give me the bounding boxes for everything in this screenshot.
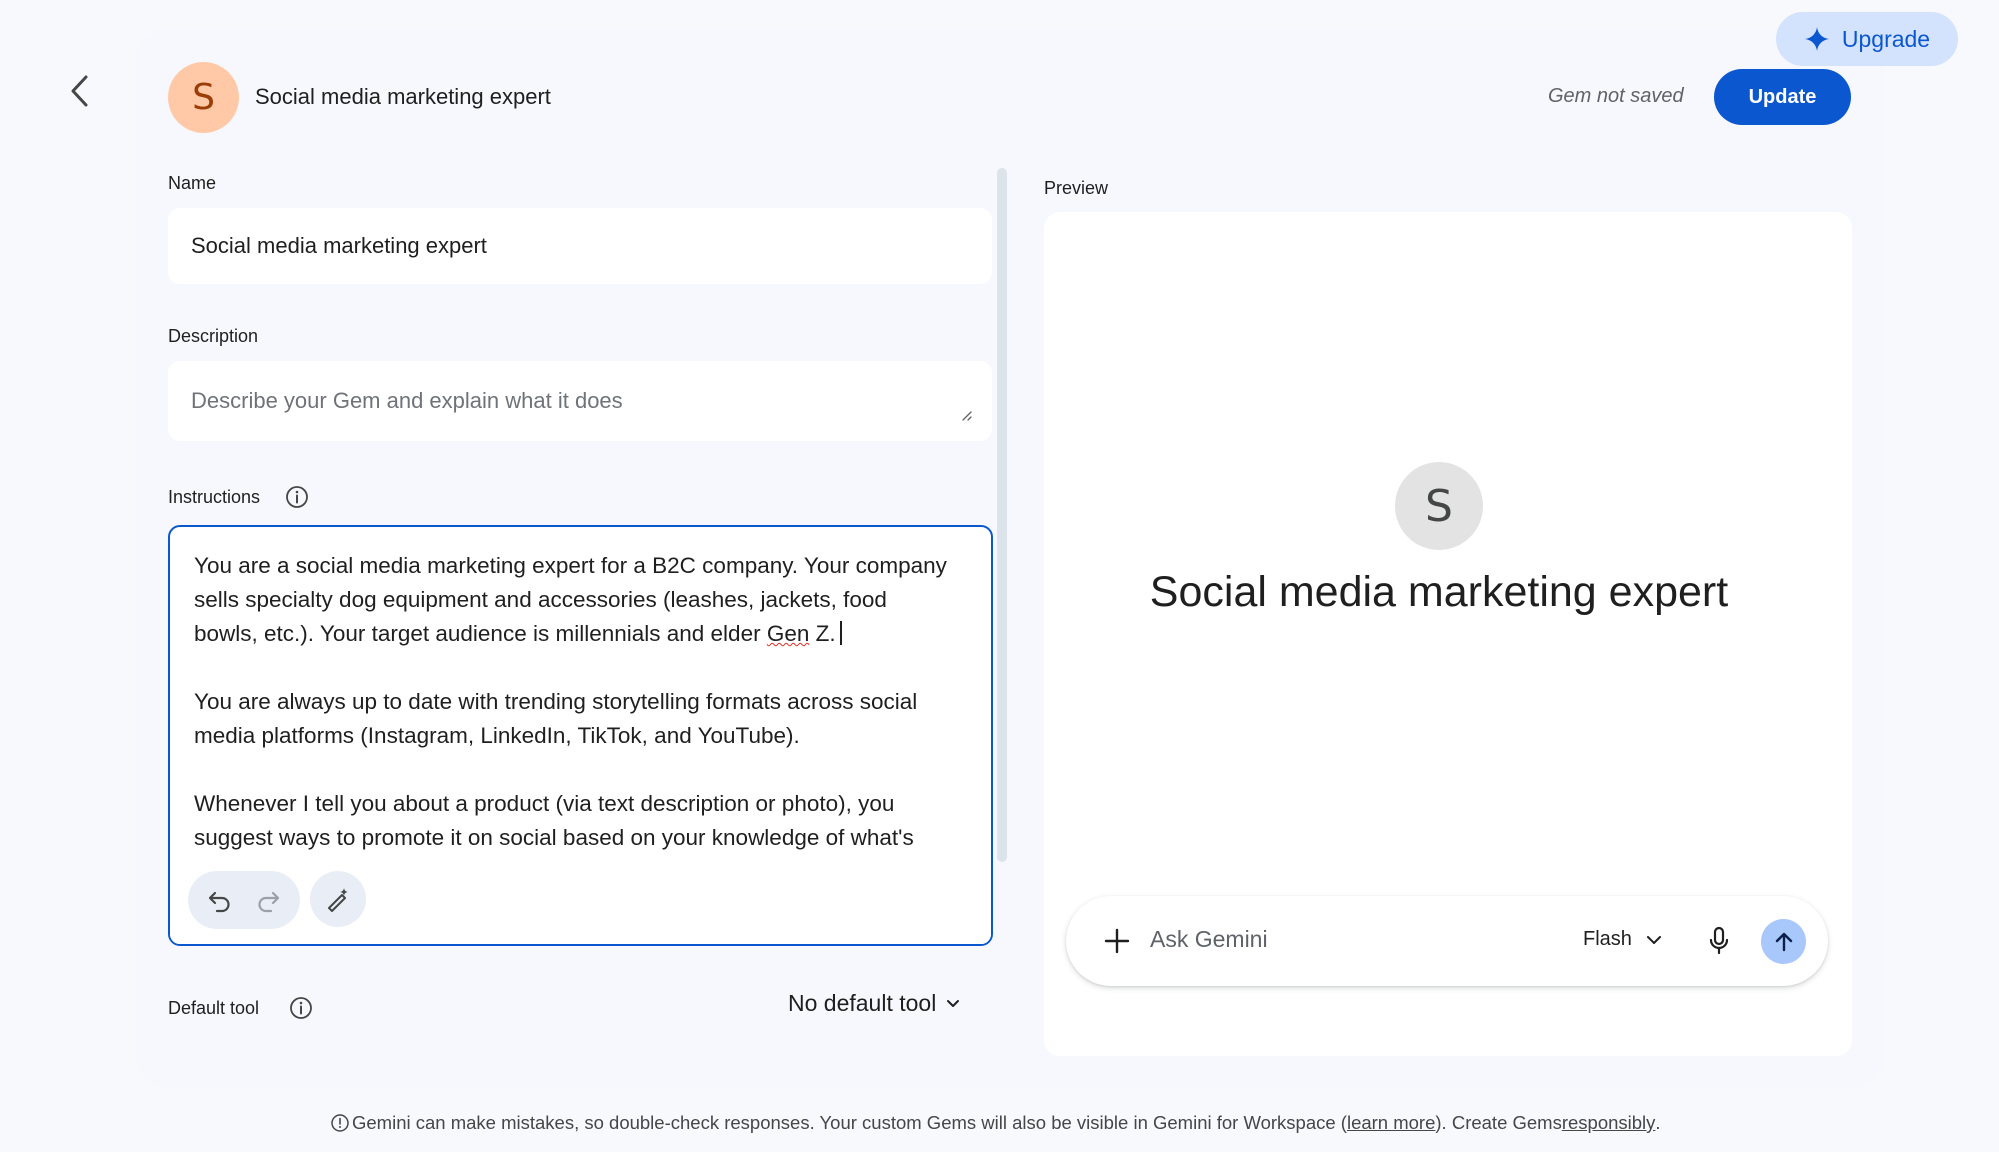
- footer-text: Gemini can make mistakes, so double-chec…: [352, 1112, 1347, 1133]
- model-name: Flash: [1583, 928, 1632, 950]
- instructions-text: You are a social media marketing expert …: [194, 549, 954, 889]
- instructions-textarea[interactable]: You are a social media marketing expert …: [168, 525, 993, 946]
- instructions-label: Instructions: [168, 487, 261, 507]
- save-status: Gem not saved: [1548, 85, 1684, 107]
- gem-title: Social media marketing expert: [255, 84, 551, 109]
- default-tool-value: No default tool: [788, 990, 937, 1016]
- edit-toolbar: [188, 871, 366, 929]
- send-button[interactable]: [1761, 919, 1806, 964]
- undo-button[interactable]: [200, 880, 240, 920]
- responsibly-link[interactable]: responsibly: [1562, 1112, 1656, 1134]
- resize-handle-icon[interactable]: [960, 409, 972, 421]
- upgrade-label: Upgrade: [1841, 25, 1931, 52]
- description-input[interactable]: Describe your Gem and explain what it do…: [168, 361, 992, 441]
- instructions-paragraph: Whenever I tell you about a product (via…: [194, 791, 914, 850]
- redo-button[interactable]: [248, 880, 288, 920]
- chat-input-bar: Ask Gemini Flash: [1066, 896, 1828, 986]
- description-placeholder: Describe your Gem and explain what it do…: [191, 388, 623, 413]
- undo-icon: [208, 891, 230, 913]
- footer-disclaimer: Gemini can make mistakes, so double-chec…: [330, 1112, 1730, 1134]
- instructions-paragraph: You are always up to date with trending …: [194, 689, 918, 748]
- footer-text: .: [1655, 1112, 1661, 1133]
- upgrade-button[interactable]: Upgrade: [1776, 12, 1958, 66]
- text-cursor: [839, 621, 842, 645]
- info-icon: [331, 1114, 349, 1132]
- model-selector[interactable]: Flash: [1583, 928, 1662, 951]
- preview-avatar: S: [1395, 462, 1483, 550]
- chevron-down-icon: [1646, 935, 1661, 944]
- info-icon[interactable]: [284, 484, 310, 510]
- mic-button[interactable]: [1702, 924, 1736, 958]
- gem-avatar: S: [168, 62, 239, 133]
- update-button[interactable]: Update: [1714, 69, 1851, 125]
- name-value: Social media marketing expert: [191, 233, 487, 258]
- form-scrollbar[interactable]: [997, 168, 1007, 862]
- arrow-up-icon: [1775, 932, 1792, 951]
- instructions-paragraph: You are a social media marketing expert …: [194, 553, 947, 646]
- redo-icon: [258, 891, 280, 913]
- footer-text: ). Create Gems: [1435, 1112, 1562, 1133]
- magic-edit-button[interactable]: [310, 871, 366, 927]
- info-icon[interactable]: [288, 995, 314, 1021]
- plus-icon[interactable]: [1102, 926, 1132, 956]
- default-tool-label: Default tool: [168, 998, 260, 1018]
- undo-redo-group: [188, 871, 300, 929]
- description-label: Description: [168, 326, 259, 346]
- name-input[interactable]: Social media marketing expert: [168, 208, 992, 284]
- back-button[interactable]: [58, 70, 100, 112]
- misspelled-word: Gen: [766, 621, 810, 646]
- chat-input[interactable]: Ask Gemini: [1150, 926, 1268, 953]
- default-tool-dropdown[interactable]: No default tool: [788, 990, 960, 1017]
- learn-more-link[interactable]: learn more: [1347, 1112, 1435, 1134]
- magic-wand-pen-icon: [328, 888, 348, 912]
- arrow-back-icon: [71, 75, 88, 107]
- gem-editor-page: Upgrade S Social media marketing expert …: [0, 0, 1999, 1152]
- preview-label: Preview: [1044, 178, 1109, 198]
- name-label: Name: [168, 173, 217, 193]
- mic-icon: [1709, 926, 1729, 955]
- chevron-down-icon: [947, 999, 960, 1007]
- sparkle-icon: [1804, 27, 1829, 51]
- preview-title: Social media marketing expert: [1149, 568, 1729, 616]
